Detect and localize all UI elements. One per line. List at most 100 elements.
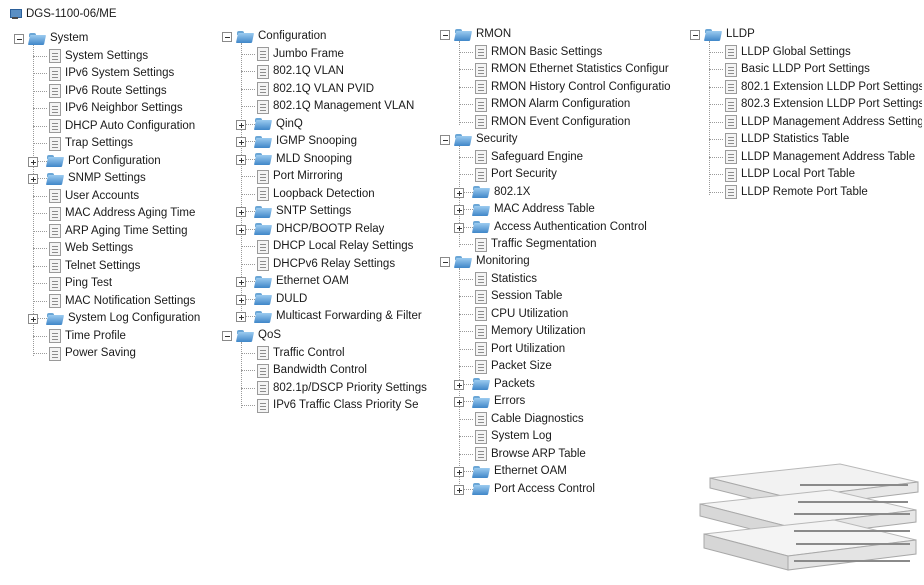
expand-toggle-icon[interactable]: [236, 137, 246, 147]
tree-item-dhcp-local-relay-settings[interactable]: DHCP Local Relay Settings: [254, 238, 413, 255]
collapse-toggle-icon[interactable]: [14, 34, 24, 44]
tree-folder-dhcp-bootp-relay[interactable]: DHCP/BOOTP Relay: [254, 221, 384, 238]
tree-item-mac-notification-settings[interactable]: MAC Notification Settings: [46, 293, 195, 310]
tree-item-system-settings[interactable]: System Settings: [46, 48, 148, 65]
tree-node-qos[interactable]: QoS: [236, 327, 281, 344]
tree-item-port-utilization[interactable]: Port Utilization: [472, 341, 565, 358]
collapse-toggle-icon[interactable]: [690, 30, 700, 40]
tree-folder-qinq[interactable]: QinQ: [254, 116, 303, 133]
expand-toggle-icon[interactable]: [236, 119, 246, 130]
tree-folder-ethernet-oam[interactable]: Ethernet OAM: [254, 273, 349, 290]
tree-node-rmon[interactable]: RMON: [454, 26, 511, 43]
device-root[interactable]: DGS-1100-06/ME: [8, 6, 117, 22]
tree-item-ipv6-route-settings[interactable]: IPv6 Route Settings: [46, 83, 167, 100]
expand-toggle-icon[interactable]: [454, 379, 464, 390]
tree-folder-errors[interactable]: Errors: [472, 393, 525, 410]
tree-item-telnet-settings[interactable]: Telnet Settings: [46, 258, 140, 275]
tree-item-system-log[interactable]: System Log: [472, 428, 552, 445]
tree-item-rmon-ethernet-statistics-configur[interactable]: RMON Ethernet Statistics Configur: [472, 61, 669, 78]
tree-item-802-1-extension-lldp-port-settings[interactable]: 802.1 Extension LLDP Port Settings: [722, 79, 922, 96]
tree-folder-packets[interactable]: Packets: [472, 376, 535, 393]
tree-folder-port-configuration[interactable]: Port Configuration: [46, 153, 161, 170]
tree-item-802-1q-vlan-pvid[interactable]: 802.1Q VLAN PVID: [254, 81, 374, 98]
expand-toggle-icon[interactable]: [236, 207, 246, 217]
expand-toggle-icon[interactable]: [236, 224, 246, 235]
tree-item-lldp-local-port-table[interactable]: LLDP Local Port Table: [722, 166, 855, 183]
tree-node-lldp[interactable]: LLDP: [704, 26, 755, 43]
expand-toggle-icon[interactable]: [236, 312, 246, 322]
tree-folder-system-log-configuration[interactable]: System Log Configuration: [46, 310, 200, 327]
tree-item-ping-test[interactable]: Ping Test: [46, 275, 112, 292]
expand-toggle-icon[interactable]: [454, 205, 464, 215]
tree-item-802-1p-dscp-priority-settings[interactable]: 802.1p/DSCP Priority Settings: [254, 380, 427, 397]
expand-toggle-icon[interactable]: [236, 294, 246, 305]
tree-item-802-3-extension-lldp-port-settings[interactable]: 802.3 Extension LLDP Port Settings: [722, 96, 922, 113]
tree-node-security[interactable]: Security: [454, 131, 518, 148]
tree-item-trap-settings[interactable]: Trap Settings: [46, 135, 133, 152]
tree-item-lldp-global-settings[interactable]: LLDP Global Settings: [722, 44, 851, 61]
tree-item-rmon-basic-settings[interactable]: RMON Basic Settings: [472, 44, 602, 61]
expand-toggle-icon[interactable]: [454, 187, 464, 198]
tree-item-lldp-management-address-table[interactable]: LLDP Management Address Table: [722, 149, 915, 166]
tree-item-802-1q-vlan[interactable]: 802.1Q VLAN: [254, 63, 344, 80]
tree-item-ipv6-system-settings[interactable]: IPv6 System Settings: [46, 65, 174, 82]
tree-folder-access-authentication-control[interactable]: Access Authentication Control: [472, 219, 647, 236]
collapse-toggle-icon[interactable]: [222, 32, 232, 42]
tree-item-jumbo-frame[interactable]: Jumbo Frame: [254, 46, 344, 63]
expand-toggle-icon[interactable]: [28, 314, 38, 324]
tree-folder-multicast-forwarding-filter[interactable]: Multicast Forwarding & Filter: [254, 308, 422, 325]
tree-item-rmon-event-configuration[interactable]: RMON Event Configuration: [472, 114, 630, 131]
tree-item-packet-size[interactable]: Packet Size: [472, 358, 552, 375]
expand-toggle-icon[interactable]: [236, 277, 246, 287]
expand-toggle-icon[interactable]: [454, 467, 464, 477]
tree-folder-duld[interactable]: DULD: [254, 291, 307, 308]
tree-item-power-saving[interactable]: Power Saving: [46, 345, 136, 362]
tree-item-time-profile[interactable]: Time Profile: [46, 328, 126, 345]
collapse-toggle-icon[interactable]: [440, 257, 450, 267]
tree-item-dhcp-auto-configuration[interactable]: DHCP Auto Configuration: [46, 118, 195, 135]
tree-folder-snmp-settings[interactable]: SNMP Settings: [46, 170, 146, 187]
tree-item-browse-arp-table[interactable]: Browse ARP Table: [472, 446, 586, 463]
tree-folder-802-1x[interactable]: 802.1X: [472, 184, 530, 201]
tree-item-lldp-management-address-settings[interactable]: LLDP Management Address Settings: [722, 114, 922, 131]
tree-folder-mld-snooping[interactable]: MLD Snooping: [254, 151, 352, 168]
expand-toggle-icon[interactable]: [28, 156, 38, 167]
collapse-toggle-icon[interactable]: [440, 135, 450, 145]
tree-item-cpu-utilization[interactable]: CPU Utilization: [472, 306, 568, 323]
tree-folder-ethernet-oam[interactable]: Ethernet OAM: [472, 463, 567, 480]
tree-item-session-table[interactable]: Session Table: [472, 288, 562, 305]
tree-folder-igmp-snooping[interactable]: IGMP Snooping: [254, 133, 357, 150]
collapse-toggle-icon[interactable]: [440, 30, 450, 40]
tree-folder-sntp-settings[interactable]: SNTP Settings: [254, 203, 351, 220]
tree-item-user-accounts[interactable]: User Accounts: [46, 188, 139, 205]
tree-node-system[interactable]: System: [28, 30, 88, 47]
tree-item-memory-utilization[interactable]: Memory Utilization: [472, 323, 586, 340]
tree-item-mac-address-aging-time[interactable]: MAC Address Aging Time: [46, 205, 195, 222]
expand-toggle-icon[interactable]: [236, 154, 246, 165]
tree-item-port-security[interactable]: Port Security: [472, 166, 557, 183]
expand-toggle-icon[interactable]: [454, 397, 464, 407]
tree-item-basic-lldp-port-settings[interactable]: Basic LLDP Port Settings: [722, 61, 870, 78]
tree-item-arp-aging-time-setting[interactable]: ARP Aging Time Setting: [46, 223, 188, 240]
expand-toggle-icon[interactable]: [28, 174, 38, 184]
tree-item-safeguard-engine[interactable]: Safeguard Engine: [472, 149, 583, 166]
tree-item-rmon-alarm-configuration[interactable]: RMON Alarm Configuration: [472, 96, 630, 113]
tree-item-dhcpv6-relay-settings[interactable]: DHCPv6 Relay Settings: [254, 256, 395, 273]
tree-node-configuration[interactable]: Configuration: [236, 28, 326, 45]
tree-item-lldp-statistics-table[interactable]: LLDP Statistics Table: [722, 131, 849, 148]
tree-item-traffic-segmentation[interactable]: Traffic Segmentation: [472, 236, 596, 253]
tree-item-bandwidth-control[interactable]: Bandwidth Control: [254, 362, 367, 379]
tree-item-ipv6-neighbor-settings[interactable]: IPv6 Neighbor Settings: [46, 100, 183, 117]
tree-item-rmon-history-control-configuratio[interactable]: RMON History Control Configuratio: [472, 79, 671, 96]
tree-node-monitoring[interactable]: Monitoring: [454, 253, 530, 270]
tree-item-statistics[interactable]: Statistics: [472, 271, 537, 288]
collapse-toggle-icon[interactable]: [222, 331, 232, 341]
tree-folder-port-access-control[interactable]: Port Access Control: [472, 481, 595, 498]
tree-item-loopback-detection[interactable]: Loopback Detection: [254, 186, 375, 203]
tree-item-802-1q-management-vlan[interactable]: 802.1Q Management VLAN: [254, 98, 414, 115]
tree-item-cable-diagnostics[interactable]: Cable Diagnostics: [472, 411, 584, 428]
expand-toggle-icon[interactable]: [454, 222, 464, 233]
tree-folder-mac-address-table[interactable]: MAC Address Table: [472, 201, 595, 218]
tree-item-web-settings[interactable]: Web Settings: [46, 240, 133, 257]
tree-item-traffic-control[interactable]: Traffic Control: [254, 345, 345, 362]
